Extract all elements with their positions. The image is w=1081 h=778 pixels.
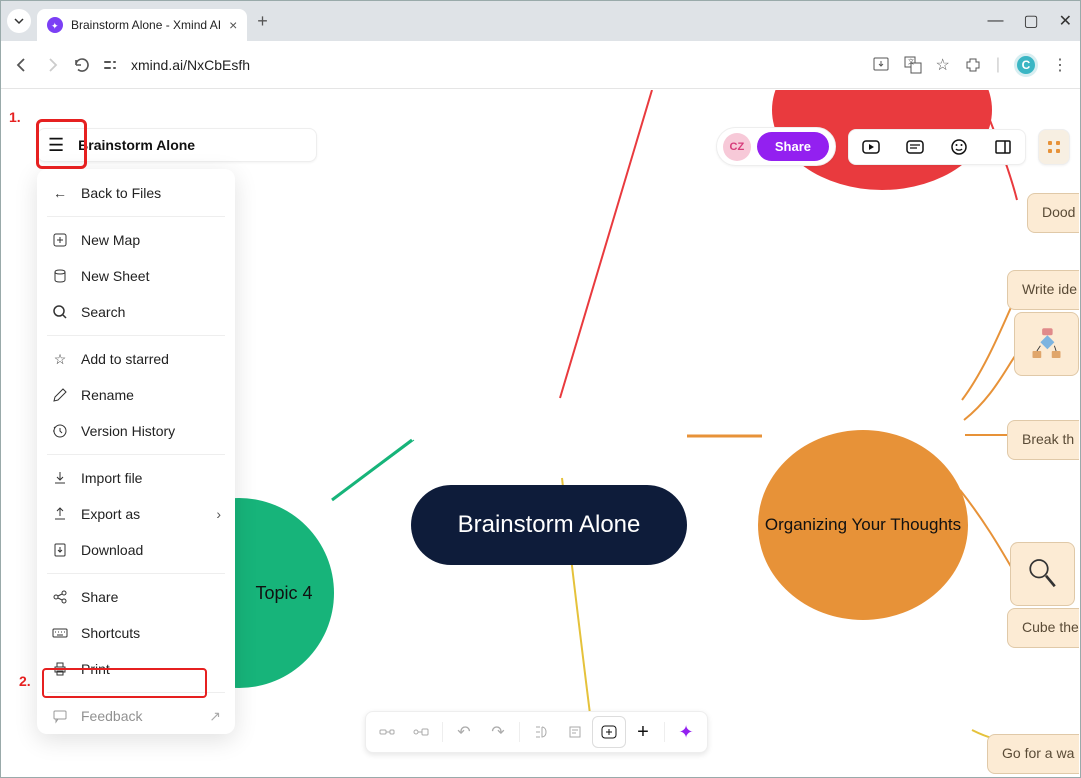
menu-print[interactable]: Print <box>37 651 235 687</box>
tool-ai[interactable]: ✦ <box>669 716 703 748</box>
import-icon <box>51 469 69 487</box>
external-icon: ↗ <box>209 708 221 725</box>
branch-doodle[interactable]: Dood <box>1027 193 1079 233</box>
pencil-icon <box>51 386 69 404</box>
main-menu: ← Back to Files New Map New Sheet Search… <box>37 169 235 734</box>
top-right-controls: CZ Share <box>716 127 1070 166</box>
extensions-icon[interactable] <box>964 56 982 74</box>
title-bar: ☰ Brainstorm Alone <box>37 128 317 162</box>
branch-break[interactable]: Break th <box>1007 420 1079 460</box>
map-title[interactable]: Brainstorm Alone <box>78 137 195 153</box>
user-avatar-small[interactable]: CZ <box>723 133 751 161</box>
menu-rename[interactable]: Rename <box>37 377 235 413</box>
keyboard-icon <box>51 624 69 642</box>
download-icon <box>51 541 69 559</box>
tool-add[interactable]: + <box>626 716 660 748</box>
toolbar-divider <box>519 722 520 742</box>
menu-new-map[interactable]: New Map <box>37 222 235 258</box>
xmind-favicon: ✦ <box>47 17 63 33</box>
branch-diagram[interactable] <box>1014 312 1079 376</box>
arrow-left-icon: ← <box>51 184 69 202</box>
layout-button[interactable] <box>981 130 1025 164</box>
share-icon <box>51 588 69 606</box>
profile-avatar[interactable]: C <box>1014 53 1038 77</box>
menu-divider <box>47 216 225 217</box>
close-tab-button[interactable]: × <box>229 17 237 33</box>
search-icon <box>51 303 69 321</box>
menu-download[interactable]: Download <box>37 532 235 568</box>
minimize-button[interactable]: — <box>987 12 1003 30</box>
export-icon <box>51 505 69 523</box>
presentation-button[interactable] <box>849 130 893 164</box>
new-map-icon <box>51 231 69 249</box>
node-organizing[interactable]: Organizing Your Thoughts <box>758 430 968 620</box>
tool-subtopic[interactable] <box>370 716 404 748</box>
address-bar[interactable]: xmind.ai/NxCbEsfh <box>103 57 860 73</box>
tool-redo[interactable]: ↷ <box>481 716 515 748</box>
close-window-button[interactable]: ✕ <box>1059 11 1072 31</box>
node-center[interactable]: Brainstorm Alone <box>411 485 687 565</box>
translate-icon[interactable]: 文 <box>904 56 922 74</box>
url-text: xmind.ai/NxCbEsfh <box>131 57 250 73</box>
menu-export-as[interactable]: Export as › <box>37 496 235 532</box>
main-menu-button[interactable]: ☰ <box>48 135 64 156</box>
svg-text:文: 文 <box>908 58 914 66</box>
browser-toolbar: xmind.ai/NxCbEsfh 文 ☆ | C ⋮ <box>1 41 1080 89</box>
install-app-icon[interactable] <box>872 56 890 74</box>
browser-tab[interactable]: ✦ Brainstorm Alone - Xmind AI × <box>37 9 247 41</box>
tab-title: Brainstorm Alone - Xmind AI <box>71 18 221 32</box>
chevron-right-icon: › <box>216 506 221 522</box>
reload-button[interactable] <box>73 56 91 74</box>
forward-button[interactable] <box>43 56 61 74</box>
menu-share[interactable]: Share <box>37 579 235 615</box>
tab-search-button[interactable] <box>7 9 31 33</box>
menu-divider <box>47 692 225 693</box>
chevron-down-icon <box>13 15 25 27</box>
tool-note[interactable] <box>558 716 592 748</box>
magnifier-icon <box>1025 554 1060 594</box>
notes-button[interactable] <box>893 130 937 164</box>
star-icon: ☆ <box>51 350 69 368</box>
style-button[interactable] <box>1039 130 1069 164</box>
menu-divider <box>47 335 225 336</box>
menu-divider <box>47 454 225 455</box>
browser-tab-strip: ✦ Brainstorm Alone - Xmind AI × + — ▢ ✕ <box>1 1 1080 41</box>
emoji-button[interactable] <box>937 130 981 164</box>
share-button[interactable]: Share <box>757 132 829 161</box>
tool-summary[interactable] <box>524 716 558 748</box>
toolbar-divider <box>664 722 665 742</box>
annotation-2: 2. <box>19 673 31 689</box>
new-tab-button[interactable]: + <box>257 11 268 32</box>
site-info-icon <box>103 57 121 73</box>
menu-search[interactable]: Search <box>37 294 235 330</box>
branch-walk[interactable]: Go for a wa <box>987 734 1079 774</box>
tool-relationship[interactable] <box>404 716 438 748</box>
branch-write[interactable]: Write ide <box>1007 270 1079 310</box>
toolbar-divider <box>442 722 443 742</box>
tool-undo[interactable]: ↶ <box>447 716 481 748</box>
maximize-button[interactable]: ▢ <box>1023 11 1038 31</box>
bookmark-button[interactable]: ☆ <box>936 55 950 75</box>
menu-new-sheet[interactable]: New Sheet <box>37 258 235 294</box>
menu-add-starred[interactable]: ☆ Add to starred <box>37 341 235 377</box>
menu-version-history[interactable]: Version History <box>37 413 235 449</box>
browser-menu-button[interactable]: ⋮ <box>1052 55 1068 75</box>
back-button[interactable] <box>13 56 31 74</box>
new-sheet-icon <box>51 267 69 285</box>
print-icon <box>51 660 69 678</box>
menu-back-to-files[interactable]: ← Back to Files <box>37 175 235 211</box>
menu-divider <box>47 573 225 574</box>
annotation-1: 1. <box>9 109 21 125</box>
tool-insert[interactable] <box>592 716 626 748</box>
bottom-toolbar: ↶ ↷ + ✦ <box>365 711 708 753</box>
menu-feedback[interactable]: Feedback ↗ <box>37 698 235 734</box>
history-icon <box>51 422 69 440</box>
menu-shortcuts[interactable]: Shortcuts <box>37 615 235 651</box>
branch-cube[interactable]: Cube the <box>1007 608 1079 648</box>
feedback-icon <box>51 707 69 725</box>
menu-import-file[interactable]: Import file <box>37 460 235 496</box>
flowchart-icon <box>1029 324 1064 364</box>
branch-magnifier[interactable] <box>1010 542 1075 606</box>
